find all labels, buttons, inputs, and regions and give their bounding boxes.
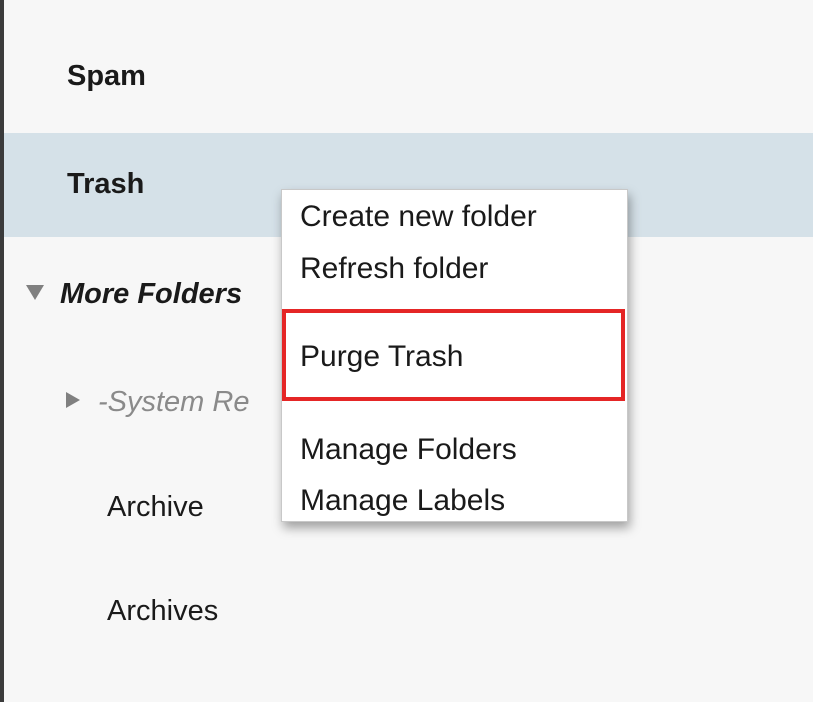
folder-spam[interactable]: Spam <box>4 28 813 128</box>
menu-item-manage-labels[interactable]: Manage Labels <box>300 486 505 516</box>
menu-item-create-new-folder[interactable]: Create new folder <box>300 202 537 232</box>
folder-label-spam: Spam <box>67 60 146 92</box>
folder-label-archives: Archives <box>107 595 219 627</box>
menu-item-purge-trash[interactable]: Purge Trash <box>300 342 463 372</box>
context-menu: Create new folder Refresh folder Purge T… <box>281 189 628 522</box>
expand-down-icon[interactable] <box>26 284 44 300</box>
menu-item-manage-folders[interactable]: Manage Folders <box>300 435 517 465</box>
folder-label-archive: Archive <box>107 491 204 523</box>
folder-label-trash: Trash <box>67 168 145 200</box>
expand-right-icon[interactable] <box>66 392 80 409</box>
folder-archives[interactable]: Archives <box>4 597 813 637</box>
mail-folder-pane: Spam Trash More Folders -System Re Archi… <box>0 0 813 702</box>
menu-item-refresh-folder[interactable]: Refresh folder <box>300 254 488 284</box>
folder-group-system-label: -System Re <box>98 386 250 418</box>
folder-group-label: More Folders <box>60 278 243 310</box>
